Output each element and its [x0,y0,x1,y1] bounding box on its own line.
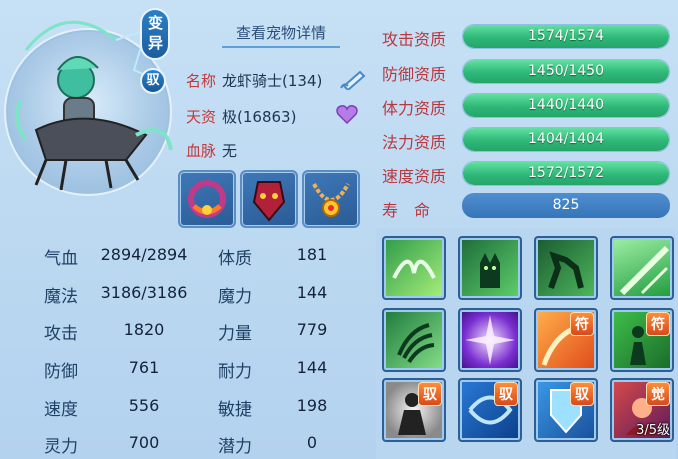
bloodline-key: 血脉 [186,142,217,160]
equipment-slot-3[interactable] [302,170,360,228]
name-key: 名称 [186,72,217,90]
stat-key: 攻击 [44,324,78,344]
stat-key: 潜力 [218,437,252,457]
horse-skill-icon [548,251,584,289]
skill-slot[interactable] [382,308,446,372]
stat-key: 体质 [218,249,252,269]
bloodline-value: 无 [222,142,238,160]
stat-value: 556 [128,396,160,415]
aptitude-label: 攻击资质 [382,30,447,49]
stat-value: 0 [306,433,318,452]
aptitude-label: 体力资质 [382,99,447,118]
skill-level: 3/5级 [636,423,670,438]
stat-value: 2894/2894 [100,245,188,264]
aptitude-bar-magic: 1404/1404 [462,127,670,152]
stat-value: 3186/3186 [100,283,188,302]
yu-tag: 驭 [418,382,442,406]
edit-name-icon[interactable] [338,68,368,90]
life-label: 寿 命 [382,201,431,220]
stat-key: 灵力 [44,437,78,457]
skill-slot[interactable]: 符 [610,308,674,372]
rune-tag: 符 [570,312,594,336]
skill-slot[interactable] [610,236,674,300]
stat-value: 181 [296,245,328,264]
name-row: 名称 龙虾骑士(134) [186,70,322,91]
skill-slot[interactable] [534,236,598,300]
skill-slot[interactable]: 驭 [458,378,522,442]
stat-key: 力量 [218,324,252,344]
stat-value: 198 [296,396,328,415]
aptitude-bar-defense: 1450/1450 [462,59,670,84]
awaken-tag: 觉 [646,382,670,406]
equipment-slot-2[interactable] [240,170,298,228]
skill-slot[interactable]: 觉 3/5级 [610,378,674,442]
skill-slot[interactable]: 驭 [382,378,446,442]
yu-badge: 驭 [140,68,166,94]
aptitude-label: 速度资质 [382,167,447,186]
dragon-collar-icon [188,180,226,218]
skill-slot[interactable]: 驭 [534,378,598,442]
equipment-slot-1[interactable] [178,170,236,228]
aptitude-bar-speed: 1572/1572 [462,161,670,186]
bloodline-row: 血脉无 [186,140,237,161]
stat-key: 耐力 [218,362,252,382]
aptitude-label: 防御资质 [382,65,447,84]
aptitude-bar-stamina: 1440/1440 [462,93,670,118]
rune-tag: 符 [646,312,670,336]
stat-value: 700 [128,433,160,452]
aptitude-value: 1574/1574 [528,28,604,44]
stat-value: 144 [296,358,328,377]
aptitude-label: 法力资质 [382,133,447,152]
aptitude-value: 1450/1450 [528,63,604,79]
pet-detail-panel: 变异 驭 查看宠物详情 名称龙虾骑士(134) 天资极(16863) 血脉无 [0,0,678,459]
view-pet-details-link[interactable]: 查看宠物详情 [222,20,340,48]
yu-tag: 驭 [494,382,518,406]
aptitude-value: 1440/1440 [528,97,604,113]
aptitude-bar-attack: 1574/1574 [462,24,670,49]
talent-key: 天资 [186,108,217,126]
stat-key: 防御 [44,362,78,382]
stat-key: 速度 [44,400,78,420]
skill-grid: 符 符 驭 驭 驭 觉 3/5级 [376,228,676,459]
green-light-skill-icon [619,245,670,296]
name-value: 龙虾骑士(134) [222,72,323,90]
yu-tag: 驭 [570,382,594,406]
stat-value: 144 [296,283,328,302]
talent-value: 极(16863) [222,108,297,126]
stat-key: 魔法 [44,287,78,307]
stat-value: 1820 [123,320,165,339]
claw-hand-skill-icon [397,323,435,364]
stat-key: 敏捷 [218,400,252,420]
stat-key: 魔力 [218,287,252,307]
wings-skill-icon [392,259,436,279]
aptitude-value: 1572/1572 [528,165,604,181]
heart-icon[interactable] [336,104,358,124]
skill-slot[interactable] [458,308,522,372]
mask-amulet-icon [252,181,286,222]
skill-slot[interactable] [458,236,522,300]
variant-text: 变异 [148,14,164,52]
purple-burst-skill-icon [465,315,515,365]
stat-key: 气血 [44,249,78,269]
skill-slot[interactable]: 符 [534,308,598,372]
aptitude-value: 1404/1404 [528,131,604,147]
variant-badge: 变异 [140,8,170,60]
stat-value: 779 [296,320,328,339]
life-value: 825 [462,193,670,218]
bead-necklace-icon [312,183,350,217]
ghost-cat-skill-icon [480,253,500,288]
skill-slot[interactable] [382,236,446,300]
stat-value: 761 [128,358,160,377]
talent-row: 天资 极(16863) [186,106,296,127]
